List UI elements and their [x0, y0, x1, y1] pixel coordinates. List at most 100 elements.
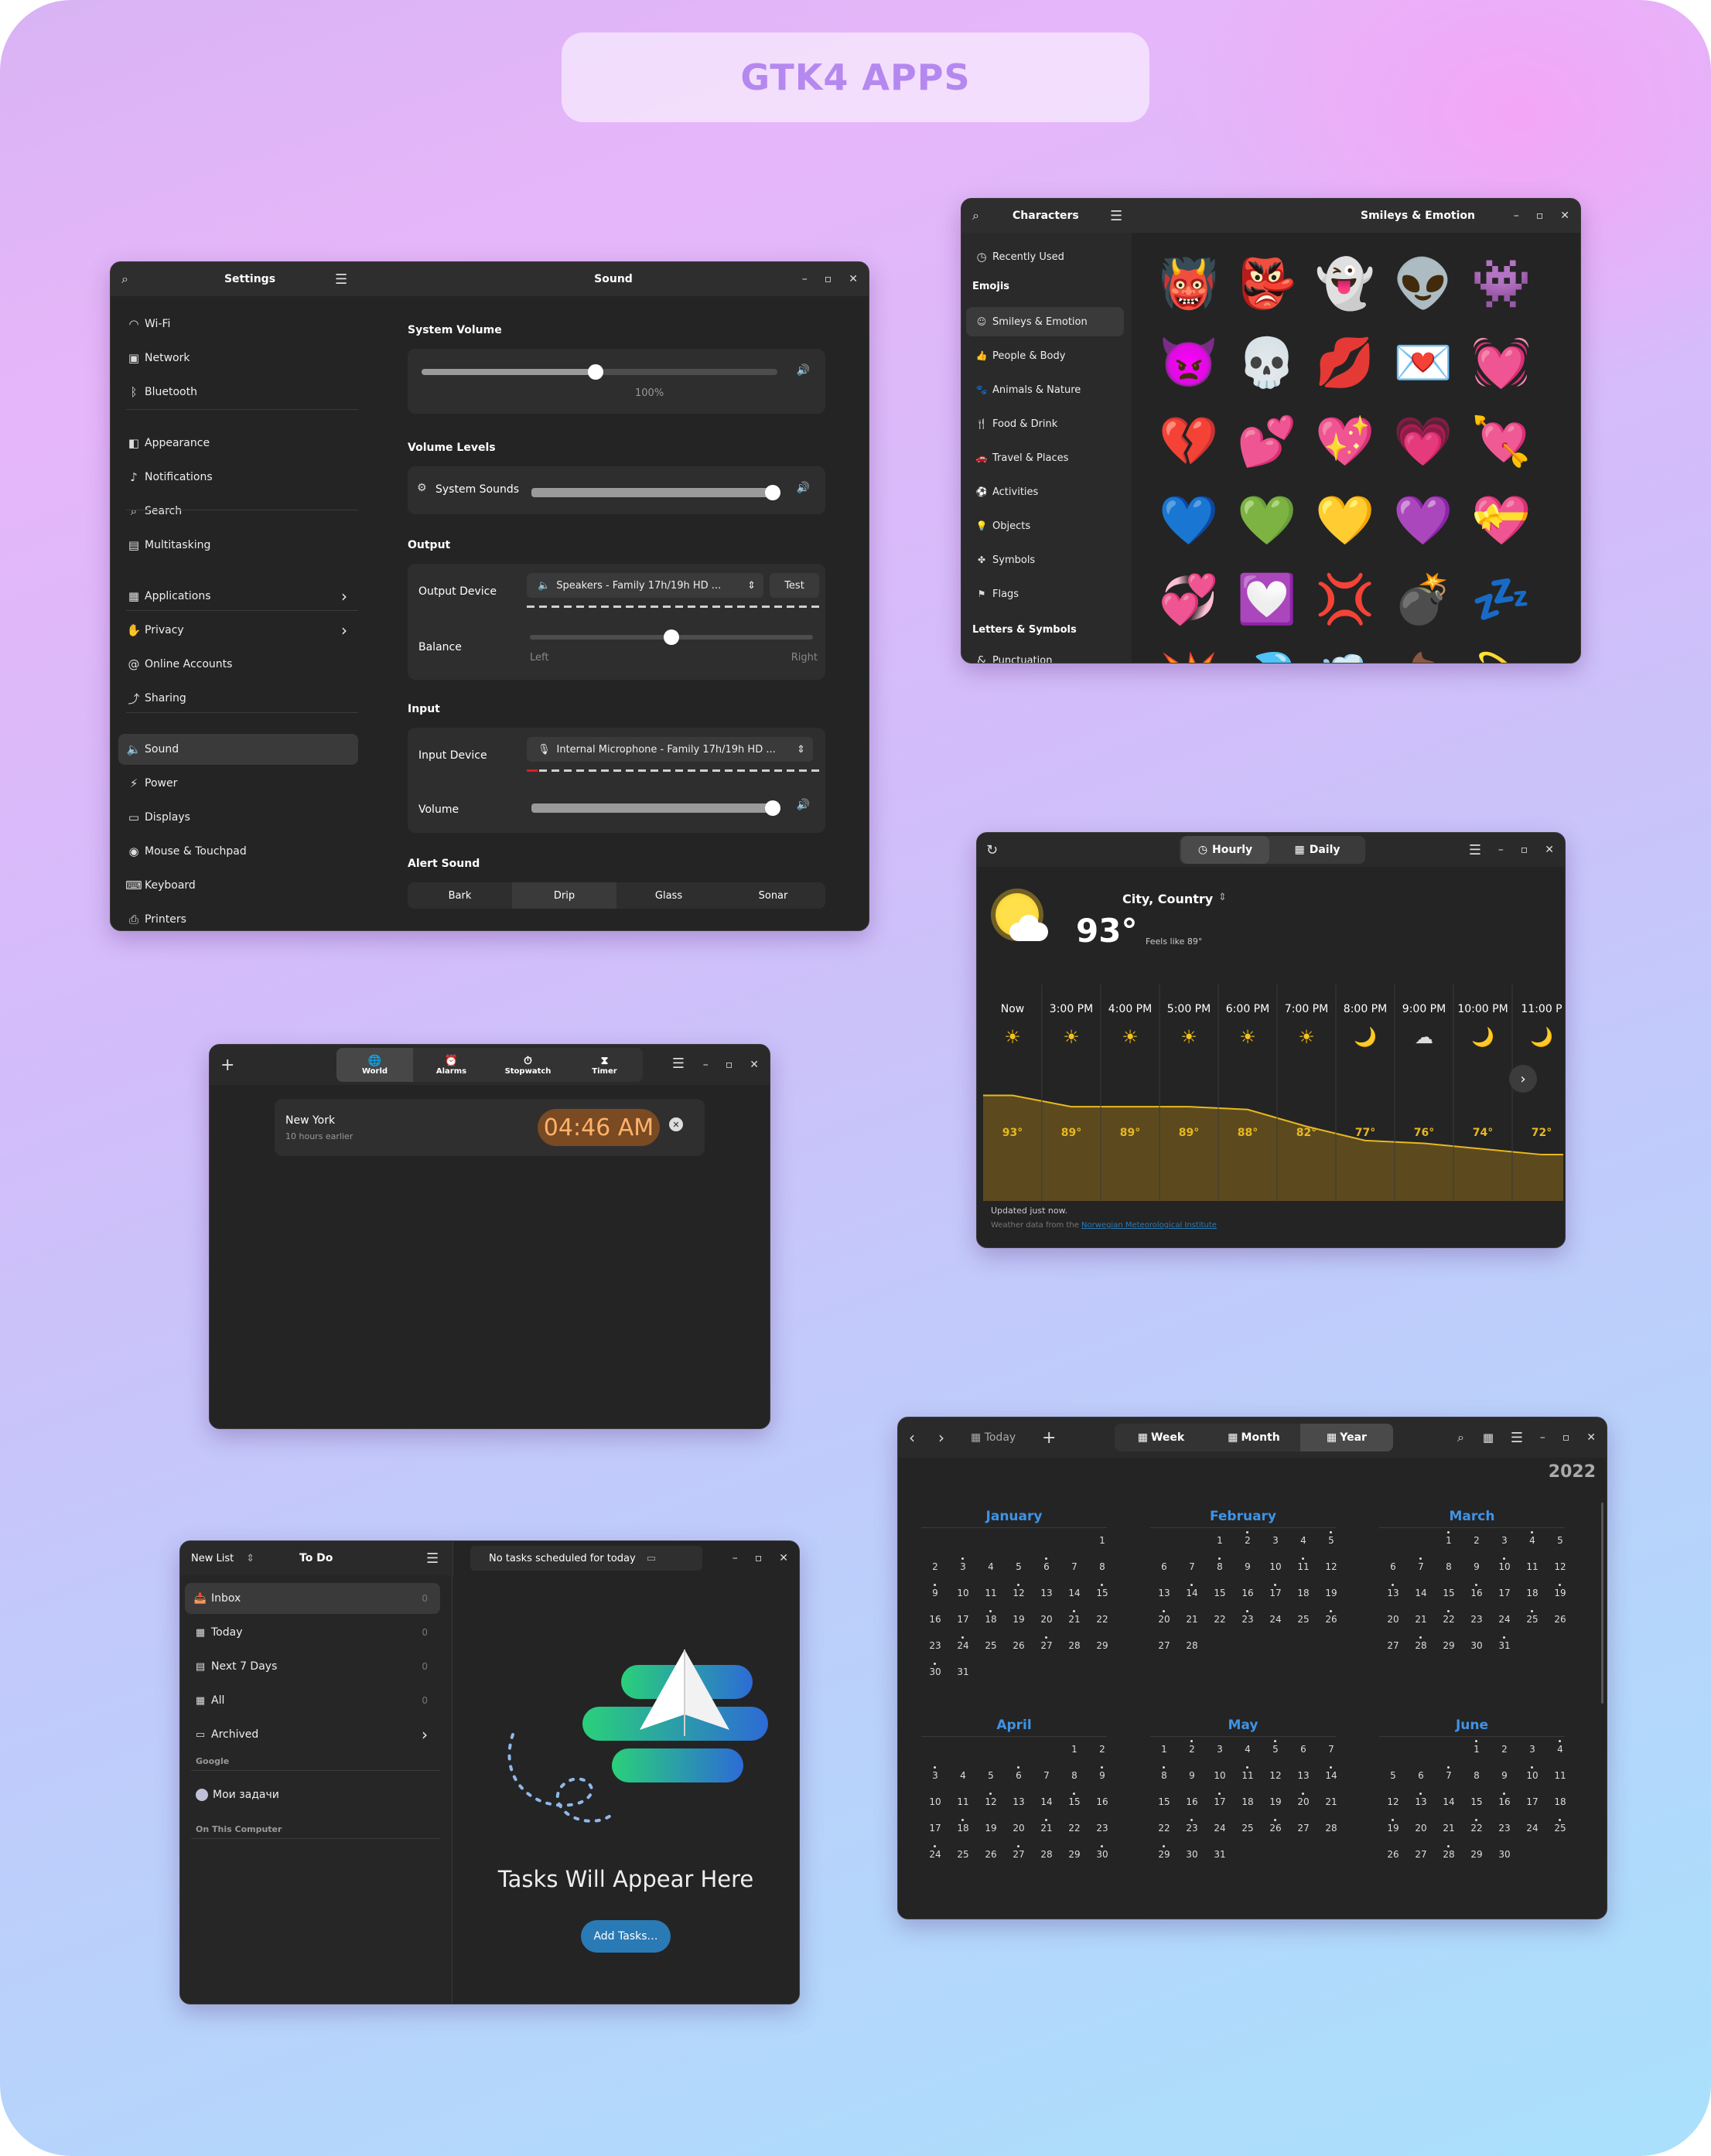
- calendar-day[interactable]: 10: [1262, 1561, 1289, 1572]
- sidebar-item-wi-fi[interactable]: ◠ Wi-Fi: [118, 309, 358, 339]
- calendar-day[interactable]: 20: [1290, 1793, 1317, 1807]
- calendar-day[interactable]: 16: [1179, 1796, 1205, 1807]
- menu-icon[interactable]: ☰: [426, 1550, 439, 1567]
- calendar-day[interactable]: 25: [978, 1640, 1004, 1651]
- emoji-item[interactable]: 💔: [1158, 411, 1220, 472]
- google-list-item[interactable]: Мои задачи: [185, 1779, 440, 1810]
- calendar-day[interactable]: 16: [1491, 1793, 1518, 1807]
- calendar-day[interactable]: 14: [1033, 1796, 1060, 1807]
- calendar-day[interactable]: 10: [1491, 1557, 1518, 1572]
- calendar-day[interactable]: 17: [1519, 1796, 1545, 1807]
- maximize-icon[interactable]: ▫: [1521, 844, 1528, 856]
- emoji-item[interactable]: 👹: [1158, 253, 1220, 315]
- calendar-day[interactable]: 31: [1207, 1849, 1233, 1860]
- calendar-day[interactable]: 17: [1491, 1588, 1518, 1598]
- daily-tab[interactable]: ▦ Daily: [1271, 836, 1364, 864]
- calendar-day[interactable]: 10: [1207, 1770, 1233, 1781]
- calendar-day[interactable]: 11: [978, 1588, 1004, 1598]
- calendar-day[interactable]: 21: [1061, 1610, 1088, 1625]
- list-item-inbox[interactable]: 📥 Inbox 0: [185, 1583, 440, 1614]
- calendar-day[interactable]: 24: [1491, 1614, 1518, 1625]
- calendar-day[interactable]: 15: [1151, 1796, 1177, 1807]
- calendar-day[interactable]: 13: [1006, 1796, 1032, 1807]
- calendar-day[interactable]: 22: [1061, 1823, 1088, 1834]
- emoji-item[interactable]: 💦: [1236, 647, 1298, 663]
- sidebar-item-privacy[interactable]: ✋ Privacy ›: [118, 615, 358, 646]
- calendar-day[interactable]: 10: [922, 1796, 948, 1807]
- calendar-day[interactable]: 6: [1033, 1557, 1060, 1572]
- calendar-day[interactable]: 8: [1061, 1770, 1088, 1781]
- calendar-day[interactable]: 6: [1380, 1561, 1406, 1572]
- calendar-day[interactable]: 3: [922, 1766, 948, 1781]
- sidebar-item-sharing[interactable]: ⤴ Sharing: [118, 683, 358, 714]
- calendar-day[interactable]: 29: [1089, 1640, 1115, 1651]
- calendar-day[interactable]: 4: [1519, 1531, 1545, 1546]
- calendar-day[interactable]: 20: [1408, 1823, 1434, 1834]
- month-title[interactable]: January: [921, 1509, 1107, 1524]
- calendar-day[interactable]: 15: [1089, 1584, 1115, 1598]
- list-item-next-7-days[interactable]: ▤ Next 7 Days 0: [185, 1651, 440, 1682]
- emoji-item[interactable]: 💩: [1392, 647, 1454, 663]
- calendar-day[interactable]: 30: [922, 1663, 948, 1677]
- calendar-day[interactable]: 28: [1318, 1823, 1344, 1834]
- calendar-day[interactable]: 20: [1006, 1823, 1032, 1834]
- calendar-day[interactable]: 22: [1207, 1614, 1233, 1625]
- maximize-icon[interactable]: ▫: [1536, 210, 1544, 222]
- calendar-day[interactable]: 22: [1463, 1819, 1490, 1834]
- minimize-icon[interactable]: –: [1514, 210, 1519, 222]
- calendar-day[interactable]: 14: [1436, 1796, 1462, 1807]
- emoji-item[interactable]: 💕: [1236, 411, 1298, 472]
- emoji-item[interactable]: 💚: [1236, 490, 1298, 551]
- calendar-day[interactable]: 2: [1463, 1535, 1490, 1546]
- calendar-day[interactable]: 9: [922, 1584, 948, 1598]
- sidebar-item-printers[interactable]: ⎙ Printers: [118, 904, 358, 930]
- emoji-item[interactable]: 👺: [1236, 253, 1298, 315]
- recently-used[interactable]: ◷ Recently Used: [966, 242, 1124, 271]
- calendar-day[interactable]: 29: [1436, 1640, 1462, 1651]
- category-animals-nature[interactable]: 🐾 Animals & Nature: [966, 375, 1124, 404]
- month-title[interactable]: April: [921, 1718, 1107, 1733]
- world-clock-row[interactable]: New York 10 hours earlier 04:46 AM ✕: [275, 1099, 705, 1156]
- close-icon[interactable]: ✕: [779, 1552, 788, 1564]
- calendar-day[interactable]: 30: [1089, 1845, 1115, 1860]
- schedule-status[interactable]: No tasks scheduled for today ▭: [470, 1546, 702, 1571]
- scrollbar[interactable]: [1601, 1503, 1603, 1704]
- emoji-item[interactable]: 💟: [1236, 568, 1298, 630]
- sidebar-item-keyboard[interactable]: ⌨ Keyboard: [118, 870, 358, 901]
- calendar-day[interactable]: 28: [1436, 1845, 1462, 1860]
- close-icon[interactable]: ✕: [1545, 844, 1554, 856]
- add-tasks-button[interactable]: Add Tasks…: [581, 1920, 671, 1953]
- calendar-day[interactable]: 2: [1491, 1744, 1518, 1755]
- close-icon[interactable]: ✕: [849, 273, 858, 285]
- calendar-day[interactable]: 1: [1436, 1531, 1462, 1546]
- emoji-item[interactable]: 💛: [1314, 490, 1376, 551]
- calendar-day[interactable]: 18: [1547, 1796, 1573, 1807]
- alert-option-drip[interactable]: Drip: [512, 882, 616, 909]
- calendar-day[interactable]: 5: [1006, 1561, 1032, 1572]
- emoji-item[interactable]: 👽: [1392, 253, 1454, 315]
- sidebar-item-appearance[interactable]: ◧ Appearance: [118, 428, 358, 459]
- scroll-right-button[interactable]: ›: [1509, 1065, 1537, 1093]
- calendar-day[interactable]: 30: [1463, 1640, 1490, 1651]
- emoji-item[interactable]: 💓: [1470, 332, 1532, 394]
- search-icon[interactable]: ⌕: [972, 208, 979, 223]
- calendar-day[interactable]: 6: [1151, 1561, 1177, 1572]
- category-travel-places[interactable]: 🚗 Travel & Places: [966, 443, 1124, 472]
- calendar-day[interactable]: 17: [950, 1614, 976, 1625]
- emoji-item[interactable]: 💤: [1470, 568, 1532, 630]
- sidebar-item-displays[interactable]: ▭ Displays: [118, 802, 358, 833]
- category-flags[interactable]: ⚑ Flags: [966, 579, 1124, 609]
- calendar-day[interactable]: 2: [1089, 1744, 1115, 1755]
- minimize-icon[interactable]: –: [733, 1552, 738, 1564]
- calendar-day[interactable]: 4: [1547, 1740, 1573, 1755]
- calendar-day[interactable]: 9: [1491, 1770, 1518, 1781]
- month-title[interactable]: May: [1150, 1718, 1336, 1733]
- calendar-day[interactable]: 12: [1318, 1561, 1344, 1572]
- test-button[interactable]: Test: [770, 573, 819, 598]
- calendar-day[interactable]: 14: [1179, 1584, 1205, 1598]
- search-icon[interactable]: ⌕: [121, 271, 128, 287]
- sidebar-item-bluetooth[interactable]: ᛒ Bluetooth: [118, 377, 358, 408]
- calendar-day[interactable]: 15: [1061, 1793, 1088, 1807]
- calendar-day[interactable]: 4: [978, 1561, 1004, 1572]
- alert-option-sonar[interactable]: Sonar: [721, 882, 825, 909]
